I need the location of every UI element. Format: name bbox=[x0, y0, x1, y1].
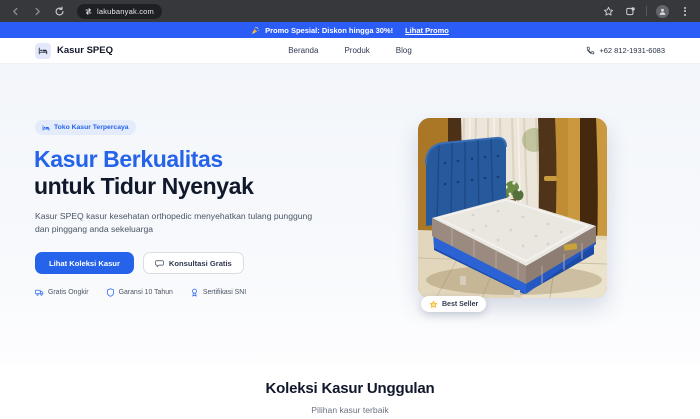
tab-switcher-icon[interactable] bbox=[624, 5, 637, 18]
brand-name: Kasur SPEQ bbox=[57, 45, 113, 56]
browser-window: lakubanyak.com Promo Spesial: Diskon hin… bbox=[0, 0, 700, 419]
promo-banner: Promo Spesial: Diskon hingga 30%! Lihat … bbox=[0, 22, 700, 38]
forward-icon[interactable] bbox=[31, 5, 44, 18]
hero-description: Kasur SPEQ kasur kesehatan orthopedic me… bbox=[35, 211, 313, 234]
nav-blog[interactable]: Blog bbox=[396, 46, 412, 55]
address-bar[interactable]: lakubanyak.com bbox=[77, 3, 162, 19]
bookmark-star-icon[interactable] bbox=[602, 5, 615, 18]
feature-free-shipping: Gratis Ongkir bbox=[35, 288, 89, 297]
phone-icon bbox=[587, 46, 595, 55]
feature-certification: Sertifikasi SNI bbox=[190, 288, 246, 297]
promo-link[interactable]: Lihat Promo bbox=[405, 26, 449, 35]
party-popper-icon bbox=[251, 26, 260, 35]
bed-icon bbox=[42, 124, 50, 131]
swap-icon bbox=[83, 6, 93, 16]
chat-bubble-icon bbox=[155, 259, 164, 267]
feature-warranty: Garansi 10 Tahun bbox=[106, 288, 173, 297]
hero-title: Kasur Berkualitas untuk Tidur Nyenyak bbox=[34, 146, 254, 200]
site-header: Kasur SPEQ Beranda Produk Blog +62 812-1… bbox=[0, 38, 700, 64]
collection-section: Koleksi Kasur Unggulan Pilihan kasur ter… bbox=[0, 364, 700, 419]
hero-cta-group: Lihat Koleksi Kasur Konsultasi Gratis bbox=[35, 252, 244, 274]
promo-text: Promo Spesial: Diskon hingga 30%! bbox=[265, 25, 394, 35]
brand-logo-group[interactable]: Kasur SPEQ bbox=[35, 42, 113, 59]
phone-number: +62 812-1931-6083 bbox=[599, 46, 665, 55]
hero-title-line1: Kasur Berkualitas bbox=[34, 146, 223, 172]
back-icon[interactable] bbox=[9, 5, 22, 18]
profile-avatar[interactable] bbox=[656, 4, 669, 18]
view-collection-button[interactable]: Lihat Koleksi Kasur bbox=[35, 252, 134, 274]
best-seller-badge: Best Seller bbox=[421, 296, 487, 312]
certificate-icon bbox=[191, 288, 197, 297]
shield-icon bbox=[106, 288, 114, 297]
feature-label: Sertifikasi SNI bbox=[202, 289, 247, 296]
free-consultation-button[interactable]: Konsultasi Gratis bbox=[142, 252, 244, 274]
free-consultation-label: Konsultasi Gratis bbox=[168, 258, 232, 268]
bed-photo-illustration bbox=[418, 118, 607, 298]
menu-kebab-icon[interactable] bbox=[678, 5, 691, 18]
hero-title-line2: untuk Tidur Nyenyak bbox=[34, 173, 254, 199]
nav-produk[interactable]: Produk bbox=[344, 46, 369, 55]
feature-label: Garansi 10 Tahun bbox=[118, 289, 173, 296]
collection-subtitle: Pilihan kasur terbaik bbox=[311, 405, 389, 415]
toolbar-separator bbox=[646, 6, 647, 16]
browser-toolbar: lakubanyak.com bbox=[0, 0, 700, 22]
star-icon bbox=[429, 300, 438, 308]
bed-icon bbox=[35, 42, 51, 59]
url-text: lakubanyak.com bbox=[97, 6, 154, 16]
nav-beranda[interactable]: Beranda bbox=[288, 46, 318, 55]
hero-section: Toko Kasur Terpercaya Kasur Berkualitas … bbox=[0, 64, 700, 364]
truck-icon bbox=[35, 289, 44, 296]
hero-product-image bbox=[418, 118, 607, 298]
best-seller-label: Best Seller bbox=[442, 300, 479, 308]
feature-label: Gratis Ongkir bbox=[48, 289, 89, 296]
hero-features: Gratis Ongkir Garansi 10 Tahun Sertifika… bbox=[35, 288, 246, 297]
phone-link[interactable]: +62 812-1931-6083 bbox=[586, 46, 665, 55]
reload-icon[interactable] bbox=[53, 5, 66, 18]
collection-title: Koleksi Kasur Unggulan bbox=[265, 380, 435, 397]
trust-badge: Toko Kasur Terpercaya bbox=[35, 120, 136, 135]
trust-badge-label: Toko Kasur Terpercaya bbox=[54, 124, 129, 131]
